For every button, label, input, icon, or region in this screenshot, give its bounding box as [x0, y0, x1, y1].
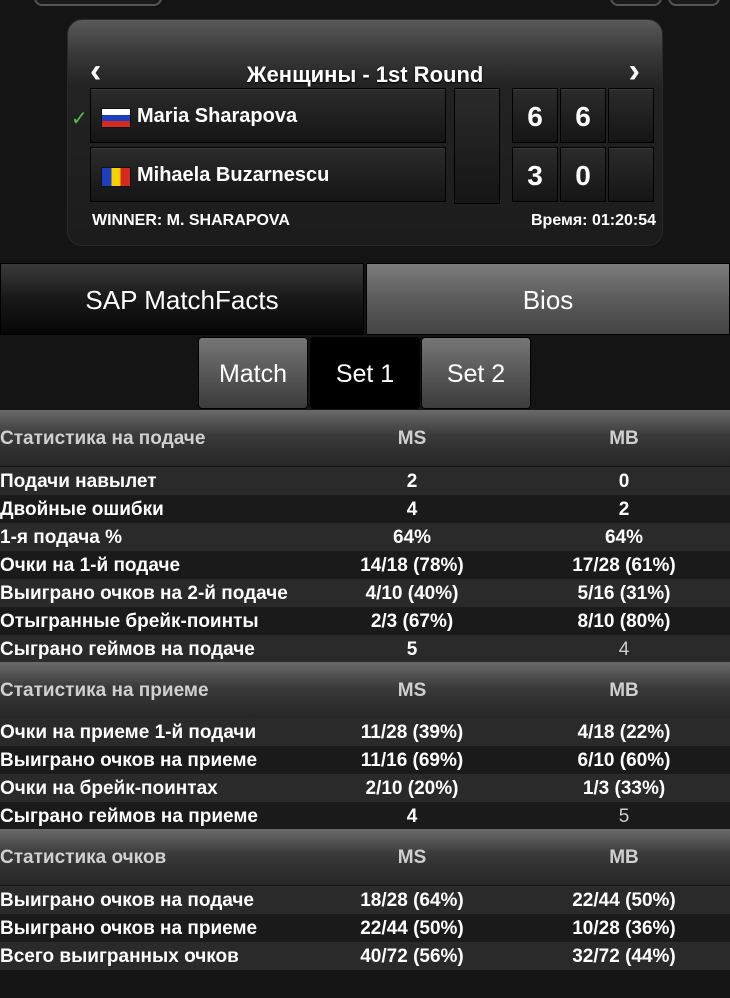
stat-label: Подачи навылет: [0, 471, 157, 492]
player-1-set-1-score: 6: [512, 88, 558, 143]
player-2-value: 4: [618, 639, 630, 660]
stat-label: Сыграно геймов на приеме: [0, 806, 258, 827]
player-2-value: 1/3 (33%): [582, 778, 666, 799]
stat-label: Выиграно очков на приеме: [0, 918, 258, 939]
table-row: Подачи навылет 2 0: [0, 467, 730, 495]
table-row: Двойные ошибки 4 2: [0, 495, 730, 523]
stat-label: Двойные ошибки: [0, 499, 164, 520]
player-2-value: 64%: [604, 527, 644, 548]
player-2-label: Mihaela Buzarnescu: [137, 164, 330, 186]
match-result: WINNER: M. SHARAPOVA: [92, 212, 290, 229]
table-row: Очки на приеме 1-й подачи 11/28 (39%) 4/18…: [0, 718, 730, 746]
subtab-match[interactable]: Match: [198, 337, 308, 409]
player-1-set-3-score: [608, 88, 654, 143]
section-title: Статистика очков: [0, 847, 167, 868]
player-1-label: Maria Sharapova: [137, 105, 298, 127]
table-row: Выиграно очков на подаче 18/28 (64%) 22/44…: [0, 886, 730, 914]
top-left-button[interactable]: [34, 0, 162, 6]
stat-label: Всего выигранных очков: [0, 946, 239, 967]
player-2-set-1-score: 3: [512, 147, 558, 202]
player-2-name: Mihaela Buzarnescu: [90, 147, 446, 202]
table-row: Очки на брейк-поинтах 2/10 (20%) 1/3 (33%): [0, 774, 730, 802]
stat-label: Выиграно очков на приеме: [0, 750, 258, 771]
player-1-value: 5: [406, 639, 418, 660]
player-1-value: 4/10 (40%): [365, 583, 459, 604]
table-row: Очки на 1-й подаче 14/18 (78%) 17/28 (61%): [0, 551, 730, 579]
section-title: Статистика на подаче: [0, 428, 206, 449]
player-1-value: 14/18 (78%): [360, 555, 464, 576]
stat-label: Сыграно геймов на подаче: [0, 639, 255, 660]
player-1-value: 40/72 (56%): [360, 946, 464, 967]
player-1-abbrev: MS: [397, 847, 427, 868]
player-1-value: 2: [406, 471, 418, 492]
stat-label: Выиграно очков на подаче: [0, 890, 254, 911]
stat-label: Выиграно очков на 2-й подаче: [0, 583, 288, 604]
tab-sap-matchfacts[interactable]: SAP MatchFacts: [0, 263, 364, 335]
winner-check-icon: ✓: [71, 108, 88, 130]
player-2-value: 32/72 (44%): [572, 946, 676, 967]
player-2-abbrev: MB: [609, 428, 639, 449]
table-row: Выиграно очков на приеме 11/16 (69%) 6/10 …: [0, 746, 730, 774]
table-row: Выиграно очков на 2-й подаче 4/10 (40%) 5/…: [0, 579, 730, 607]
table-row: Выиграно очков на приеме 22/44 (50%) 10/28…: [0, 914, 730, 942]
stat-label: Отыгранные брейк-поинты: [0, 611, 259, 632]
table-row: Всего выигранных очков 40/72 (56%) 32/72 (…: [0, 942, 730, 970]
player-2-set-2-score: 0: [560, 147, 606, 202]
player-2-value: 0: [618, 471, 630, 492]
player-1-value: 64%: [392, 527, 432, 548]
return-stats-header: Статистика на приеме MS MB: [0, 662, 730, 718]
table-row: 1-я подача % 64% 64%: [0, 523, 730, 551]
table-row: Отыгранные брейк-поинты 2/3 (67%) 8/10 (80…: [0, 607, 730, 635]
stat-label: Очки на брейк-поинтах: [0, 778, 218, 799]
player-2-value: 8/10 (80%): [577, 611, 671, 632]
player-2-abbrev: MB: [609, 680, 639, 701]
player-1-value: 2/3 (67%): [370, 611, 454, 632]
subtab-set-1[interactable]: Set 1: [310, 337, 420, 409]
stat-label: Очки на 1-й подаче: [0, 555, 181, 576]
player-2-value: 5: [618, 806, 630, 827]
tab-bios[interactable]: Bios: [366, 263, 730, 335]
player-1-value: 4: [406, 499, 418, 520]
match-time: Время: 01:20:54: [530, 212, 656, 229]
player-2-value: 6/10 (60%): [577, 750, 671, 771]
table-row: Сыграно геймов на подаче 5 4: [0, 635, 730, 663]
next-match-chevron-icon[interactable]: ›: [629, 54, 640, 88]
subtab-set-2[interactable]: Set 2: [421, 337, 531, 409]
player-2-value: 5/16 (31%): [577, 583, 671, 604]
romania-flag-icon: [101, 167, 131, 187]
player-2-value: 17/28 (61%): [572, 555, 676, 576]
russia-flag-icon: [101, 108, 131, 128]
match-scorecard: ‹ Женщины - 1st Round › ✓ Maria Sharapov…: [68, 20, 662, 245]
player-2-value: 22/44 (50%): [572, 890, 676, 911]
player-2-abbrev: MB: [609, 847, 639, 868]
points-stats-header: Статистика очков MS MB: [0, 829, 730, 885]
player-1-name: Maria Sharapova: [90, 88, 446, 143]
player-1-value: 22/44 (50%): [360, 918, 464, 939]
player-1-value: 18/28 (64%): [360, 890, 464, 911]
player-1-value: 11/28 (39%): [360, 722, 464, 743]
player-1-abbrev: MS: [397, 428, 427, 449]
top-right-button-2[interactable]: [668, 0, 720, 6]
player-1-abbrev: MS: [397, 680, 427, 701]
player-1-set-2-score: 6: [560, 88, 606, 143]
player-1-value: 4: [406, 806, 418, 827]
serve-indicator-column: [454, 88, 500, 204]
stat-label: Очки на приеме 1-й подачи: [0, 722, 257, 743]
stat-label: 1-я подача %: [0, 527, 123, 548]
top-right-button-1[interactable]: [610, 0, 662, 6]
section-title: Статистика на приеме: [0, 680, 209, 701]
player-1-value: 11/16 (69%): [360, 750, 464, 771]
player-2-value: 2: [618, 499, 630, 520]
player-2-set-3-score: [608, 147, 654, 202]
match-round-title: Женщины - 1st Round: [246, 62, 484, 87]
serve-stats-header: Статистика на подаче MS MB: [0, 410, 730, 466]
player-2-value: 4/18 (22%): [577, 722, 671, 743]
player-1-value: 2/10 (20%): [365, 778, 459, 799]
table-row: Сыграно геймов на приеме 4 5: [0, 802, 730, 830]
player-2-value: 10/28 (36%): [572, 918, 676, 939]
